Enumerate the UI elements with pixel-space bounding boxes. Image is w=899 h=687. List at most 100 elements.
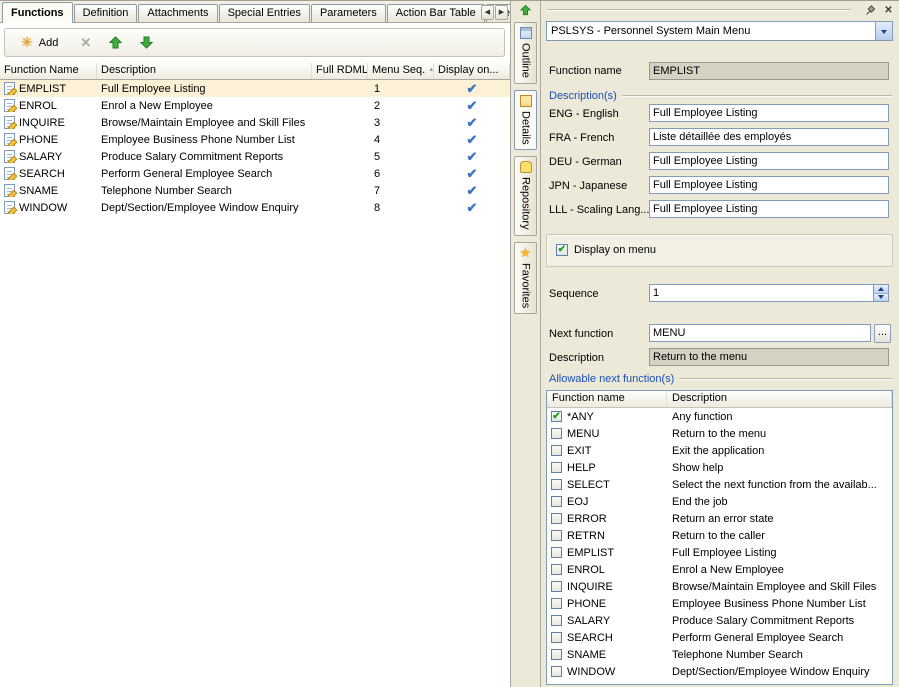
allowable-checkbox[interactable] (551, 462, 562, 473)
allowable-row[interactable]: PHONEEmployee Business Phone Number List (547, 595, 892, 612)
details-pane: PSLSYS - Personnel System Main Menu Func… (541, 1, 899, 687)
column-menu-seq[interactable]: Menu Seq. (368, 63, 434, 79)
allowable-row[interactable]: SNAMETelephone Number Search (547, 646, 892, 663)
allowable-checkbox[interactable] (551, 496, 562, 507)
allowable-row[interactable]: SELECTSelect the next function from the … (547, 476, 892, 493)
tab-parameters[interactable]: Parameters (311, 4, 386, 22)
allowable-row[interactable]: SALARYProduce Salary Commitment Reports (547, 612, 892, 629)
allowable-checkbox[interactable] (551, 428, 562, 439)
display-on-check-icon[interactable] (467, 84, 478, 96)
column-full-rdmlx[interactable]: Full RDMLX (312, 63, 368, 79)
allowable-checkbox[interactable] (551, 479, 562, 490)
display-on-check-icon[interactable] (467, 152, 478, 164)
allowable-checkbox[interactable] (551, 513, 562, 524)
browse-button[interactable]: ... (874, 324, 891, 343)
next-function-field[interactable]: MENU (649, 324, 871, 342)
allowable-checkbox[interactable] (551, 547, 562, 558)
caption-line (679, 378, 892, 380)
tab-special-entries[interactable]: Special Entries (219, 4, 310, 22)
sequence-field[interactable]: 1 (649, 284, 889, 302)
tab-scroll-right-button[interactable]: ▶ (495, 5, 508, 20)
allowable-row[interactable]: MENUReturn to the menu (547, 425, 892, 442)
table-row[interactable]: SEARCHPerform General Employee Search6 (0, 165, 510, 182)
column-function-name[interactable]: Function Name (0, 63, 97, 79)
menu-seq-cell: 7 (368, 185, 434, 197)
column-display-on[interactable]: Display on... (434, 63, 510, 79)
allowable-row[interactable]: *ANYAny function (547, 408, 892, 425)
allowable-checkbox[interactable] (551, 411, 562, 422)
allowable-row[interactable]: HELPShow help (547, 459, 892, 476)
display-on-check-icon[interactable] (467, 169, 478, 181)
description-input[interactable]: Full Employee Listing (649, 152, 889, 170)
delete-icon[interactable] (80, 35, 91, 51)
strip-scroll-up-icon[interactable] (520, 4, 531, 16)
allowable-row[interactable]: EOJEnd the job (547, 493, 892, 510)
allowable-row[interactable]: ENROLEnrol a New Employee (547, 561, 892, 578)
allowable-row[interactable]: WINDOWDept/Section/Employee Window Enqui… (547, 663, 892, 680)
allowable-checkbox[interactable] (551, 445, 562, 456)
function-doc-icon (4, 201, 15, 214)
tab-definition[interactable]: Definition (74, 4, 138, 22)
display-on-check-icon[interactable] (467, 135, 478, 147)
allowable-row[interactable]: ERRORReturn an error state (547, 510, 892, 527)
description-input[interactable]: Liste détaillée des employés (649, 128, 889, 146)
description-input[interactable]: Full Employee Listing (649, 104, 889, 122)
tab-scroll-left-button[interactable]: ◀ (481, 5, 494, 20)
side-tab-repository[interactable]: Repository (514, 156, 537, 236)
description-input[interactable]: Full Employee Listing (649, 200, 889, 218)
combo-dropdown-button[interactable] (875, 22, 892, 40)
allowable-row[interactable]: EMPLISTFull Employee Listing (547, 544, 892, 561)
tab-action-bar-table[interactable]: Action Bar Table (387, 4, 485, 22)
allowable-row[interactable]: EXITExit the application (547, 442, 892, 459)
allowable-checkbox[interactable] (551, 666, 562, 677)
allowable-checkbox[interactable] (551, 581, 562, 592)
descriptions-caption: Description(s) (549, 90, 892, 102)
close-icon[interactable] (881, 3, 896, 17)
allowable-row[interactable]: INQUIREBrowse/Maintain Employee and Skil… (547, 578, 892, 595)
menu-seq-cell: 8 (368, 202, 434, 214)
allowable-checkbox[interactable] (551, 632, 562, 643)
display-on-check-icon[interactable] (467, 101, 478, 113)
table-row[interactable]: PHONEEmployee Business Phone Number List… (0, 131, 510, 148)
spinner-down-button[interactable] (874, 294, 888, 302)
allowable-description: End the job (667, 496, 892, 508)
allowable-checkbox[interactable] (551, 530, 562, 541)
description-cell: Browse/Maintain Employee and Skill Files (97, 117, 312, 129)
allowable-row[interactable]: SEARCHPerform General Employee Search (547, 629, 892, 646)
object-selector-combobox[interactable]: PSLSYS - Personnel System Main Menu (546, 21, 893, 41)
display-on-check-icon[interactable] (467, 203, 478, 215)
side-tab-favorites[interactable]: Favorites (514, 242, 537, 314)
next-function-label: Next function (549, 328, 613, 340)
allowable-column-function-name[interactable]: Function name (547, 391, 667, 407)
allowable-checkbox[interactable] (551, 598, 562, 609)
tab-attachments[interactable]: Attachments (138, 4, 217, 22)
table-row[interactable]: EMPLISTFull Employee Listing1 (0, 80, 510, 97)
side-tab-outline[interactable]: Outline (514, 22, 537, 84)
move-down-icon[interactable] (140, 36, 153, 49)
table-row[interactable]: SNAMETelephone Number Search7 (0, 182, 510, 199)
function-doc-icon (4, 184, 15, 197)
description-input[interactable]: Full Employee Listing (649, 176, 889, 194)
display-on-check-icon[interactable] (467, 186, 478, 198)
move-up-icon[interactable] (109, 36, 122, 49)
table-row[interactable]: SALARYProduce Salary Commitment Reports5 (0, 148, 510, 165)
tab-functions[interactable]: Functions (2, 2, 73, 23)
spinner-up-button[interactable] (874, 285, 888, 294)
allowable-checkbox[interactable] (551, 615, 562, 626)
table-row[interactable]: INQUIREBrowse/Maintain Employee and Skil… (0, 114, 510, 131)
display-on-menu-checkbox[interactable] (556, 244, 568, 256)
allowable-row[interactable]: RETRNReturn to the caller (547, 527, 892, 544)
allowable-checkbox[interactable] (551, 564, 562, 575)
table-row[interactable]: ENROLEnrol a New Employee2 (0, 97, 510, 114)
add-button[interactable]: Add (17, 34, 62, 52)
allowable-column-description[interactable]: Description (667, 391, 892, 407)
column-description[interactable]: Description (97, 63, 312, 79)
pin-icon[interactable] (863, 3, 878, 17)
side-tab-details[interactable]: Details (514, 90, 537, 151)
menu-seq-cell: 2 (368, 100, 434, 112)
table-row[interactable]: WINDOWDept/Section/Employee Window Enqui… (0, 199, 510, 216)
display-on-check-icon[interactable] (467, 118, 478, 130)
descriptions-list: ENG - EnglishFull Employee ListingFRA - … (541, 103, 899, 223)
allowable-checkbox[interactable] (551, 649, 562, 660)
allowable-function-name: WINDOW (567, 666, 615, 678)
